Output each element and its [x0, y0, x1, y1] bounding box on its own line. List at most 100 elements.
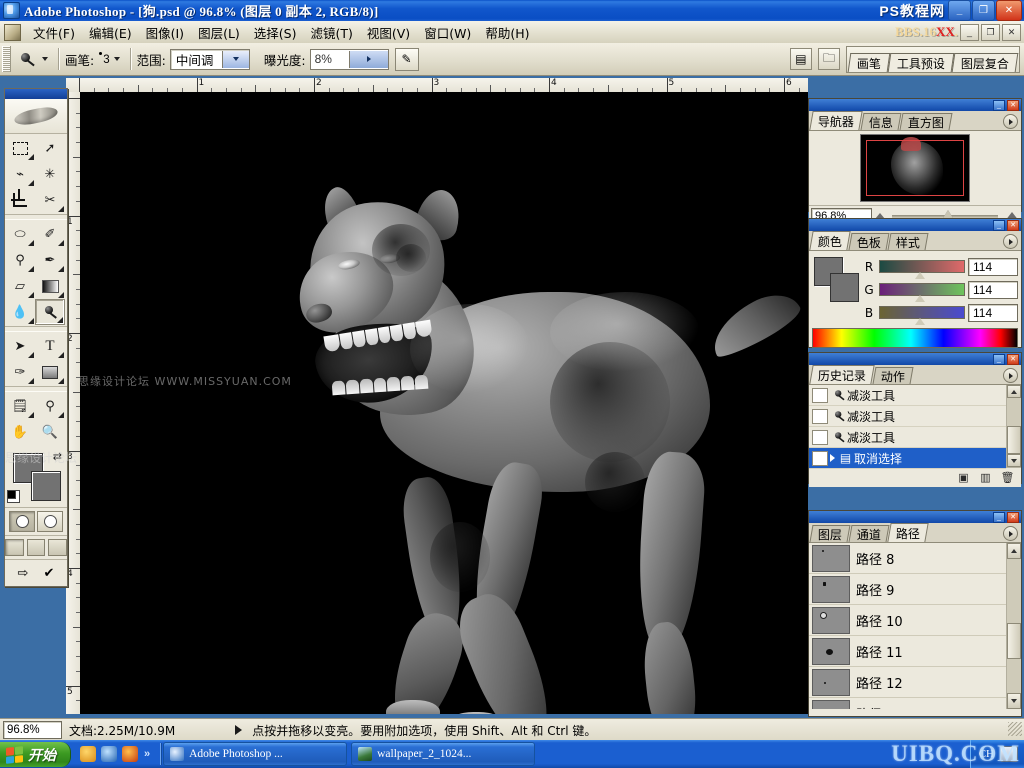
history-minimize-button[interactable]: _	[993, 354, 1005, 365]
history-close-button[interactable]: ✕	[1007, 354, 1019, 365]
doc-restore-button[interactable]: ❐	[981, 24, 1000, 41]
tool-magic-wand[interactable]: ✳	[35, 161, 65, 187]
new-document-icon[interactable]: ▣	[956, 471, 971, 485]
trash-icon[interactable]: 🗑	[1000, 471, 1015, 485]
tool-pen[interactable]: ✑	[5, 359, 35, 385]
value-r[interactable]: 114	[968, 258, 1018, 276]
menu-item-help[interactable]: 帮助(H)	[478, 21, 536, 44]
navigator-title-bar[interactable]: _ ✕	[809, 99, 1021, 111]
tool-eraser[interactable]: ▱	[5, 273, 35, 299]
internet-explorer-icon[interactable]	[101, 746, 117, 762]
doc-close-button[interactable]: ✕	[1002, 24, 1021, 41]
paths-scrollbar[interactable]	[1006, 543, 1021, 709]
document-canvas[interactable]: 思缘设计论坛 WWW.MISSYUAN.COM	[80, 92, 808, 714]
show-desktop-icon[interactable]	[80, 746, 96, 762]
status-zoom-input[interactable]: 96.8%	[3, 721, 62, 739]
paths-list[interactable]: 路径 8 路径 9 路径 10 路径 11 路径 12	[809, 543, 1021, 709]
palette-well-tab-layer-comps[interactable]: 图层复合	[952, 53, 1019, 72]
tool-lasso[interactable]: ⌁	[5, 161, 35, 187]
paths-minimize-button[interactable]: _	[993, 512, 1005, 523]
color-close-button[interactable]: ✕	[1007, 220, 1019, 231]
paths-palette-menu-icon[interactable]	[1003, 526, 1018, 541]
snapshot-camera-icon[interactable]: ▥	[978, 471, 993, 485]
tab-histogram[interactable]: 直方图	[900, 113, 953, 130]
tab-swatches[interactable]: 色板	[849, 233, 890, 250]
status-menu-arrow-icon[interactable]	[235, 725, 242, 735]
value-b[interactable]: 114	[968, 304, 1018, 322]
tool-move[interactable]: ➚	[35, 135, 65, 161]
tab-styles[interactable]: 样式	[888, 233, 929, 250]
brush-chevron-down-icon[interactable]	[114, 57, 120, 61]
media-player-icon[interactable]	[122, 746, 138, 762]
tool-marquee[interactable]	[5, 135, 35, 161]
paths-title-bar[interactable]: _ ✕	[809, 511, 1021, 523]
color-title-bar[interactable]: _ ✕	[809, 219, 1021, 231]
tab-history[interactable]: 历史记录	[809, 365, 874, 384]
tab-actions[interactable]: 动作	[873, 367, 914, 384]
tool-history-brush[interactable]: ✒	[35, 247, 65, 273]
color-minimize-button[interactable]: _	[993, 220, 1005, 231]
tool-preset-chevron-down-icon[interactable]	[42, 57, 48, 61]
quick-mask-mode-button[interactable]	[37, 511, 63, 532]
tool-healing-brush[interactable]: ⬭	[5, 221, 35, 247]
history-snapshot-box[interactable]	[812, 430, 828, 445]
history-snapshot-box[interactable]	[812, 451, 828, 466]
brushes-palette-button[interactable]: ▤	[790, 48, 812, 70]
airbrush-toggle-button[interactable]: ✎	[395, 48, 419, 71]
start-button[interactable]: 开始	[0, 742, 71, 767]
standard-mode-button[interactable]	[9, 511, 35, 532]
tool-hand[interactable]: ✋	[5, 419, 35, 445]
tool-zoom[interactable]: 🔍	[35, 419, 65, 445]
document-control-icon[interactable]	[4, 24, 21, 41]
path-row[interactable]: 路径 13	[809, 698, 1006, 709]
color-spectrum-ramp[interactable]	[812, 328, 1018, 348]
menu-item-file[interactable]: 文件(F)	[26, 21, 82, 44]
navigator-close-button[interactable]: ✕	[1007, 100, 1019, 111]
history-palette-menu-icon[interactable]	[1003, 368, 1018, 383]
path-row[interactable]: 路径 10	[809, 605, 1006, 636]
tool-type[interactable]: T	[35, 333, 65, 359]
tool-path-selection[interactable]: ➤	[5, 333, 35, 359]
scroll-track[interactable]	[1007, 398, 1021, 454]
scroll-up-button[interactable]	[1007, 543, 1021, 559]
path-row[interactable]: 路径 12	[809, 667, 1006, 698]
range-chevron-down-icon[interactable]	[222, 51, 249, 68]
slider-b[interactable]	[879, 306, 965, 319]
full-screen-mode-button[interactable]	[48, 539, 67, 556]
menu-item-window[interactable]: 窗口(W)	[417, 21, 478, 44]
options-bar-grip[interactable]	[2, 46, 11, 72]
full-screen-menubar-button[interactable]	[27, 539, 46, 556]
menu-item-filter[interactable]: 滤镜(T)	[303, 21, 359, 44]
scroll-track[interactable]	[1007, 559, 1021, 693]
taskbar-button-wallpaper[interactable]: wallpaper_2_1024...	[351, 742, 535, 766]
dodge-tool-icon[interactable]	[14, 47, 40, 71]
value-g[interactable]: 114	[968, 281, 1018, 299]
keyboard-icon[interactable]	[1000, 746, 1018, 762]
tab-navigator[interactable]: 导航器	[809, 111, 862, 130]
history-row[interactable]: 减淡工具	[809, 427, 1006, 448]
toolbox-title-bar[interactable]	[5, 89, 67, 99]
path-row[interactable]: 路径 9	[809, 574, 1006, 605]
palette-well-tab-brushes[interactable]: 画笔	[848, 53, 891, 72]
menu-item-layer[interactable]: 图层(L)	[191, 21, 247, 44]
tab-info[interactable]: 信息	[861, 113, 902, 130]
tool-brush[interactable]: ✐	[35, 221, 65, 247]
scroll-down-button[interactable]	[1007, 454, 1021, 467]
check-icon[interactable]: ✔	[38, 563, 60, 582]
scroll-thumb[interactable]	[1007, 623, 1021, 659]
menu-item-image[interactable]: 图像(I)	[139, 21, 191, 44]
minimize-button[interactable]: _	[948, 0, 971, 21]
path-row[interactable]: 路径 8	[809, 543, 1006, 574]
history-row[interactable]: 减淡工具	[809, 385, 1006, 406]
default-colors-icon[interactable]	[7, 490, 20, 503]
jump-to-imageready-icon[interactable]: ⇨	[12, 563, 34, 582]
history-title-bar[interactable]: _ ✕	[809, 353, 1021, 365]
navigator-view-box[interactable]	[866, 140, 964, 196]
navigator-thumbnail-area[interactable]	[809, 131, 1021, 205]
tool-slice[interactable]: ✂	[35, 187, 65, 213]
history-row[interactable]: 减淡工具	[809, 406, 1006, 427]
tool-clone-stamp[interactable]: ⚲	[5, 247, 35, 273]
language-indicator[interactable]: CH	[979, 748, 994, 760]
tool-dodge[interactable]	[35, 299, 65, 325]
tool-notes[interactable]: 🗒	[5, 393, 35, 419]
